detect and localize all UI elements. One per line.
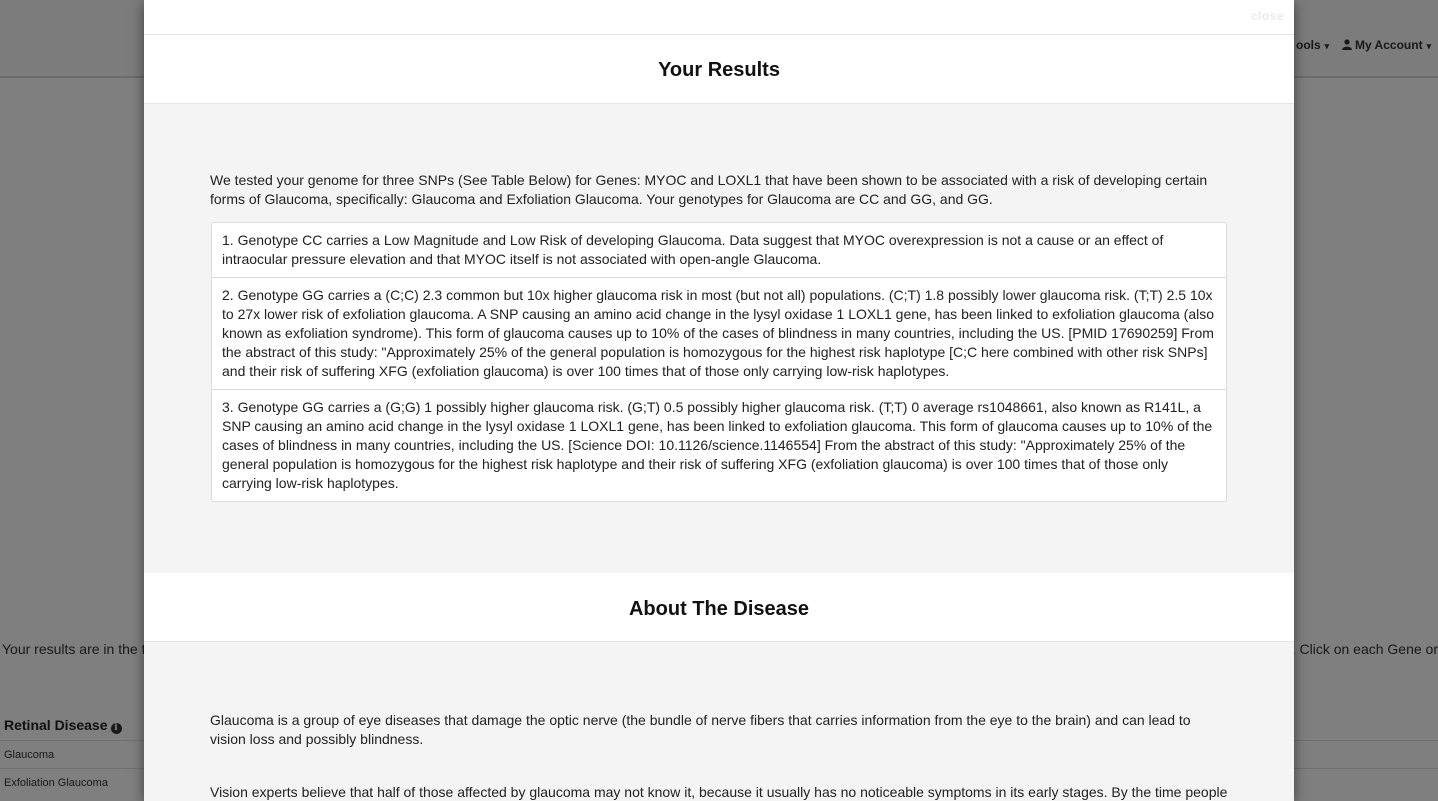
about-paragraph: Vision experts believe that half of thos… <box>210 784 1228 800</box>
results-title: Your Results <box>658 59 780 81</box>
list-item: 3. Genotype GG carries a (G;G) 1 possibl… <box>212 389 1226 501</box>
modal-topbar: close <box>144 0 1294 35</box>
results-modal: close Your Results We tested your genome… <box>144 0 1294 801</box>
about-paragraph: Glaucoma is a group of eye diseases that… <box>210 712 1191 747</box>
about-heading: About The Disease <box>144 573 1294 642</box>
results-body: We tested your genome for three SNPs (Se… <box>144 104 1294 573</box>
genotype-list: 1. Genotype CC carries a Low Magnitude a… <box>211 222 1227 502</box>
list-item: 2. Genotype GG carries a (C;C) 2.3 commo… <box>212 277 1226 389</box>
close-button[interactable]: close <box>1251 9 1284 23</box>
results-summary: We tested your genome for three SNPs (Se… <box>210 172 1208 207</box>
results-heading: Your Results <box>144 35 1294 104</box>
about-title: About The Disease <box>628 598 810 620</box>
about-body: Glaucoma is a group of eye diseases that… <box>144 642 1294 801</box>
list-item: 1. Genotype CC carries a Low Magnitude a… <box>222 232 1164 267</box>
